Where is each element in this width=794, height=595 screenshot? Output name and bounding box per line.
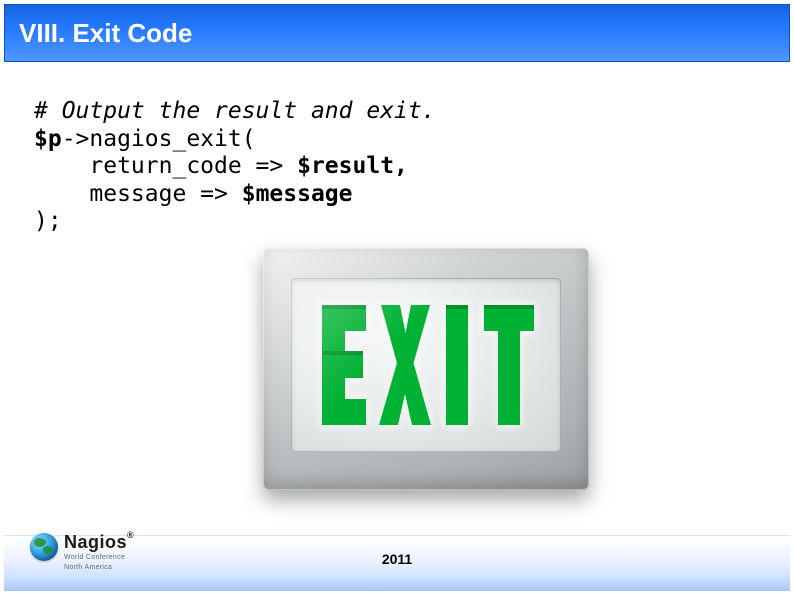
slide: VIII. Exit Code # Output the result and … bbox=[0, 0, 794, 595]
code-call: ->nagios_exit( bbox=[62, 126, 256, 152]
globe-icon bbox=[30, 533, 58, 561]
logo-main-text: Nagios bbox=[64, 532, 127, 552]
code-line3-pre: message => bbox=[89, 181, 241, 207]
code-block: # Output the result and exit. $p->nagios… bbox=[34, 98, 436, 236]
code-indent-2 bbox=[34, 181, 89, 207]
exit-letter-t bbox=[481, 300, 537, 430]
exit-sign-case bbox=[263, 248, 589, 490]
exit-letters bbox=[307, 300, 545, 430]
logo-sub1: World Conference bbox=[64, 554, 134, 561]
title-bar: VIII. Exit Code bbox=[4, 4, 790, 62]
logo-text: Nagios® World Conference North America bbox=[64, 533, 134, 571]
logo-sub2: North America bbox=[64, 564, 134, 571]
code-comment: # Output the result and exit. bbox=[34, 98, 436, 124]
logo-main: Nagios® bbox=[64, 533, 134, 551]
footer-year: 2011 bbox=[382, 551, 412, 567]
code-comma: , bbox=[394, 153, 408, 179]
exit-sign bbox=[263, 248, 589, 490]
exit-letter-x bbox=[377, 300, 433, 430]
exit-sign-inner bbox=[291, 278, 561, 452]
exit-letter-e bbox=[315, 300, 371, 430]
code-indent bbox=[34, 153, 89, 179]
code-close: ); bbox=[34, 208, 62, 234]
exit-letter-i bbox=[439, 300, 475, 430]
code-message-var: $message bbox=[242, 181, 353, 207]
code-result-var: $result bbox=[297, 153, 394, 179]
code-var-p: $p bbox=[34, 126, 62, 152]
slide-title: VIII. Exit Code bbox=[19, 18, 192, 49]
logo-registered: ® bbox=[127, 530, 134, 540]
code-line2-pre: return_code => bbox=[89, 153, 297, 179]
nagios-logo: Nagios® World Conference North America bbox=[30, 533, 134, 571]
